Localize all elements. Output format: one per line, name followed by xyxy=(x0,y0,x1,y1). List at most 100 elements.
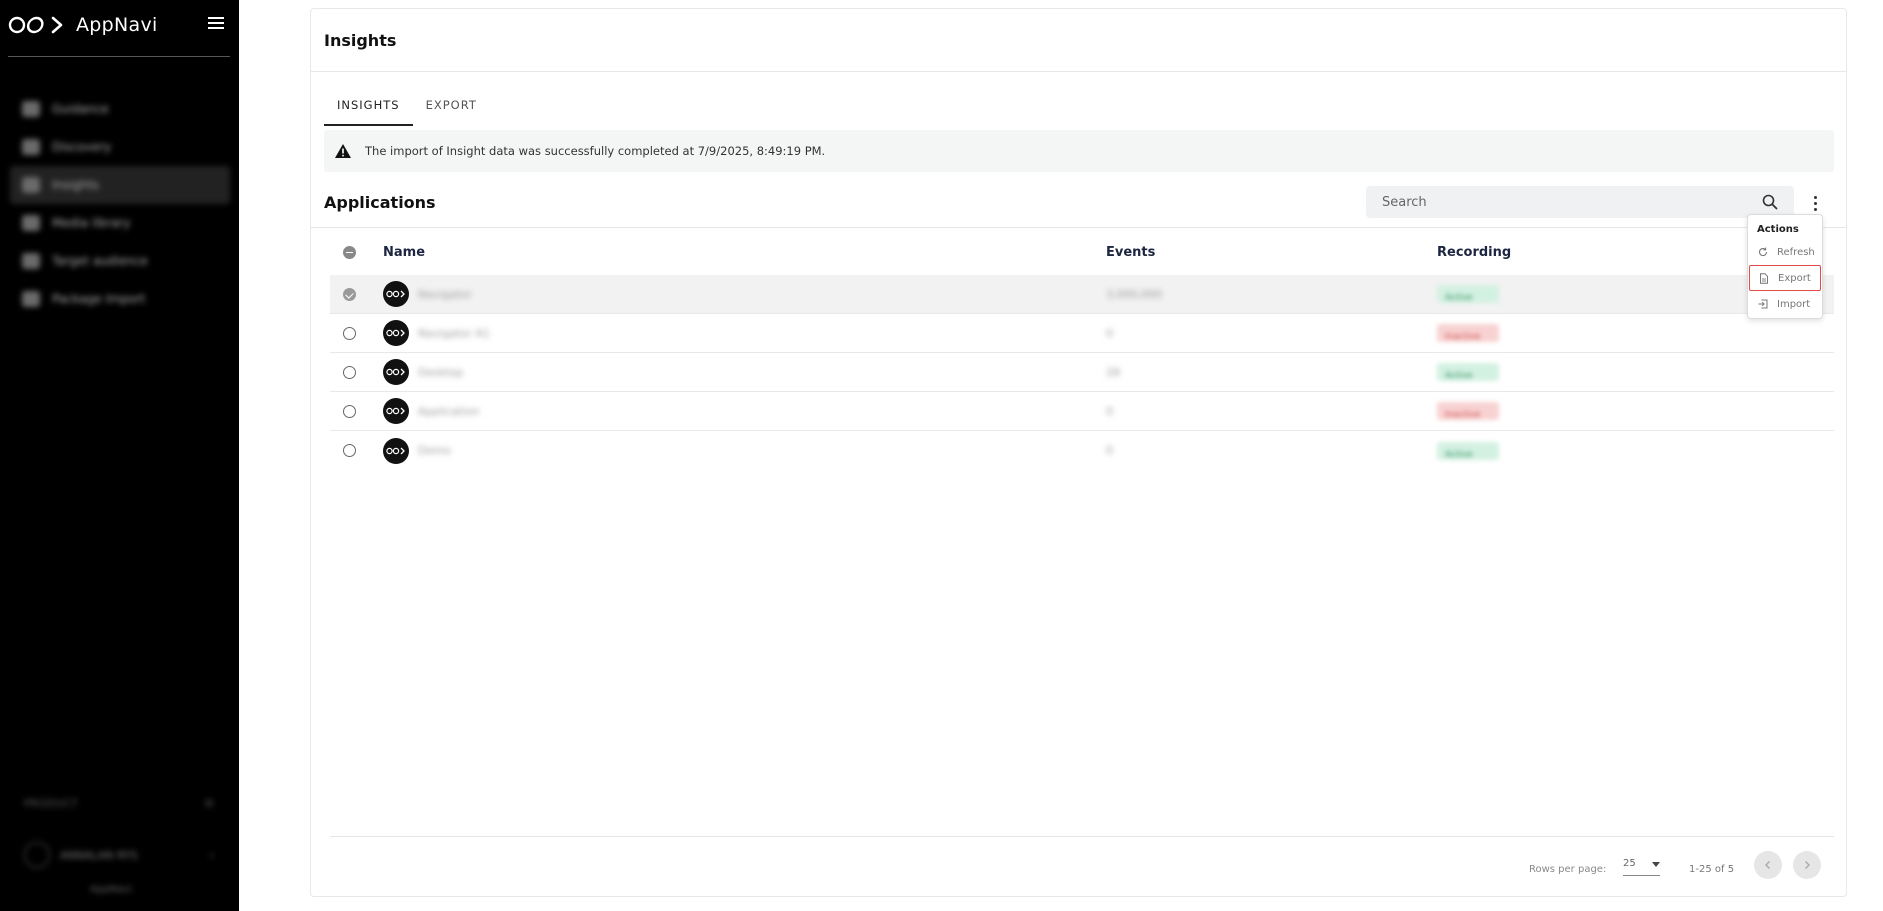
app-logo-icon xyxy=(383,281,409,307)
sidebar-item-target-audience[interactable]: Target audience xyxy=(10,242,230,280)
insights-icon xyxy=(22,177,40,193)
sidebar-item-discovery[interactable]: Discovery xyxy=(10,128,230,166)
avatar xyxy=(24,842,50,868)
search-box xyxy=(1366,186,1794,218)
table-header: Name Events Recording xyxy=(330,237,1834,267)
appnavi-logo-icon xyxy=(8,15,66,35)
menu-item-label: Export xyxy=(1778,272,1811,284)
sidebar-nav: Guidance Discovery Insights Media librar… xyxy=(10,90,230,318)
menu-item-refresh[interactable]: Refresh xyxy=(1749,239,1821,265)
hamburger-menu-icon[interactable] xyxy=(208,17,224,31)
page-title: Insights xyxy=(324,31,397,50)
tab-export[interactable]: EXPORT xyxy=(413,84,490,126)
row-checkbox[interactable] xyxy=(330,287,368,301)
sidebar-item-label: Media library xyxy=(52,216,131,230)
chevron-right-icon xyxy=(1805,861,1810,869)
sidebar-item-label: Target audience xyxy=(52,254,148,268)
tab-bar: INSIGHTS EXPORT xyxy=(324,84,490,126)
table-divider xyxy=(311,227,1846,228)
recording-status-badge: Active xyxy=(1437,363,1499,381)
package-icon xyxy=(22,291,40,307)
table-row[interactable]: Desktop 28 Active xyxy=(330,353,1834,392)
column-header-recording[interactable]: Recording xyxy=(1437,245,1511,260)
app-name: Navigator A1 xyxy=(418,326,490,340)
gear-icon: ⚙ xyxy=(204,797,214,810)
sidebar-item-guidance[interactable]: Guidance xyxy=(10,90,230,128)
sidebar-item-label: Guidance xyxy=(52,102,109,116)
sidebar-item-label: Package Import xyxy=(52,292,146,306)
search-icon[interactable] xyxy=(1762,194,1778,210)
events-count: 0 xyxy=(1106,404,1113,418)
product-label: PRODUCT xyxy=(24,797,78,810)
next-page-button[interactable] xyxy=(1793,851,1821,879)
refresh-icon xyxy=(1759,247,1768,257)
app-logo-icon xyxy=(383,359,409,385)
applications-title: Applications xyxy=(324,193,436,212)
menu-item-label: Refresh xyxy=(1777,246,1815,258)
more-vert-icon xyxy=(1813,195,1817,199)
brand[interactable]: AppNavi xyxy=(8,10,158,40)
events-count: 3,000,000 xyxy=(1106,287,1162,301)
menu-item-export[interactable]: Export xyxy=(1749,265,1821,291)
sidebar-divider xyxy=(8,56,230,57)
recording-status-badge: Active xyxy=(1437,441,1499,460)
rows-per-page-select[interactable]: 25 xyxy=(1623,858,1660,876)
app-name: Navigator xyxy=(418,287,472,301)
chevron-left-icon xyxy=(1765,861,1770,869)
sidebar: AppNavi Guidance Discovery Insights Medi… xyxy=(0,0,239,911)
app-name: Application xyxy=(418,404,480,418)
footer-divider xyxy=(330,836,1834,837)
app-name: Desktop xyxy=(418,365,464,379)
sidebar-item-media-library[interactable]: Media library xyxy=(10,204,230,242)
table-row[interactable]: Navigator 3,000,000 Active xyxy=(330,275,1834,314)
column-header-name[interactable]: Name xyxy=(383,245,425,260)
events-count: 28 xyxy=(1106,365,1120,379)
image-icon xyxy=(22,215,40,231)
table-row[interactable]: Demo 0 Active xyxy=(330,431,1834,470)
sidebar-item-label: Insights xyxy=(52,178,99,192)
recording-status-badge: Active xyxy=(1437,285,1499,303)
user-menu[interactable]: ANNALAN RYS › xyxy=(24,840,214,870)
column-header-events[interactable]: Events xyxy=(1106,245,1155,260)
actions-menu: Actions Refresh Export Import xyxy=(1747,214,1823,319)
events-count: 0 xyxy=(1106,444,1113,457)
sidebar-item-insights[interactable]: Insights xyxy=(10,166,230,204)
table-row[interactable]: Application 0 Inactive xyxy=(330,392,1834,431)
rows-per-page-label: Rows per page: xyxy=(1529,864,1607,875)
insights-card: Insights INSIGHTS EXPORT The import of I… xyxy=(310,8,1847,897)
search-icon xyxy=(22,139,40,155)
import-icon xyxy=(1758,299,1768,309)
row-checkbox[interactable] xyxy=(330,444,368,457)
applications-table: Navigator 3,000,000 Active Navigator A1 … xyxy=(330,275,1834,470)
caret-down-icon xyxy=(1652,862,1660,867)
menu-item-import[interactable]: Import xyxy=(1749,291,1821,317)
guidance-icon xyxy=(22,101,40,117)
sidebar-item-package-import[interactable]: Package Import xyxy=(10,280,230,318)
product-switcher[interactable]: PRODUCT ⚙ xyxy=(24,797,214,810)
table-row[interactable]: Navigator A1 0 Inactive xyxy=(330,314,1834,353)
row-checkbox[interactable] xyxy=(330,404,368,418)
import-status-banner: The import of Insight data was successfu… xyxy=(324,130,1834,172)
pagination-range: 1-25 of 5 xyxy=(1689,864,1735,875)
app-logo-icon xyxy=(383,320,409,346)
sidebar-footer: AppNavi xyxy=(90,884,132,895)
select-all-checkbox[interactable] xyxy=(330,245,368,259)
search-input[interactable] xyxy=(1382,194,1762,210)
recording-status-badge: Inactive xyxy=(1437,324,1499,342)
warning-icon xyxy=(335,144,351,158)
user-name: ANNALAN RYS xyxy=(60,848,138,862)
recording-status-badge: Inactive xyxy=(1437,402,1499,420)
actions-menu-title: Actions xyxy=(1757,224,1799,235)
row-checkbox[interactable] xyxy=(330,365,368,379)
previous-page-button[interactable] xyxy=(1754,851,1782,879)
more-actions-button[interactable] xyxy=(1805,192,1825,214)
row-checkbox[interactable] xyxy=(330,326,368,340)
tab-insights[interactable]: INSIGHTS xyxy=(324,84,413,126)
banner-text: The import of Insight data was successfu… xyxy=(365,144,826,158)
brand-name: AppNavi xyxy=(76,14,158,36)
app-logo-icon xyxy=(383,398,409,424)
events-count: 0 xyxy=(1106,326,1113,340)
chevron-right-icon: › xyxy=(209,848,214,862)
file-export-icon xyxy=(1760,272,1768,284)
menu-item-label: Import xyxy=(1777,298,1811,310)
